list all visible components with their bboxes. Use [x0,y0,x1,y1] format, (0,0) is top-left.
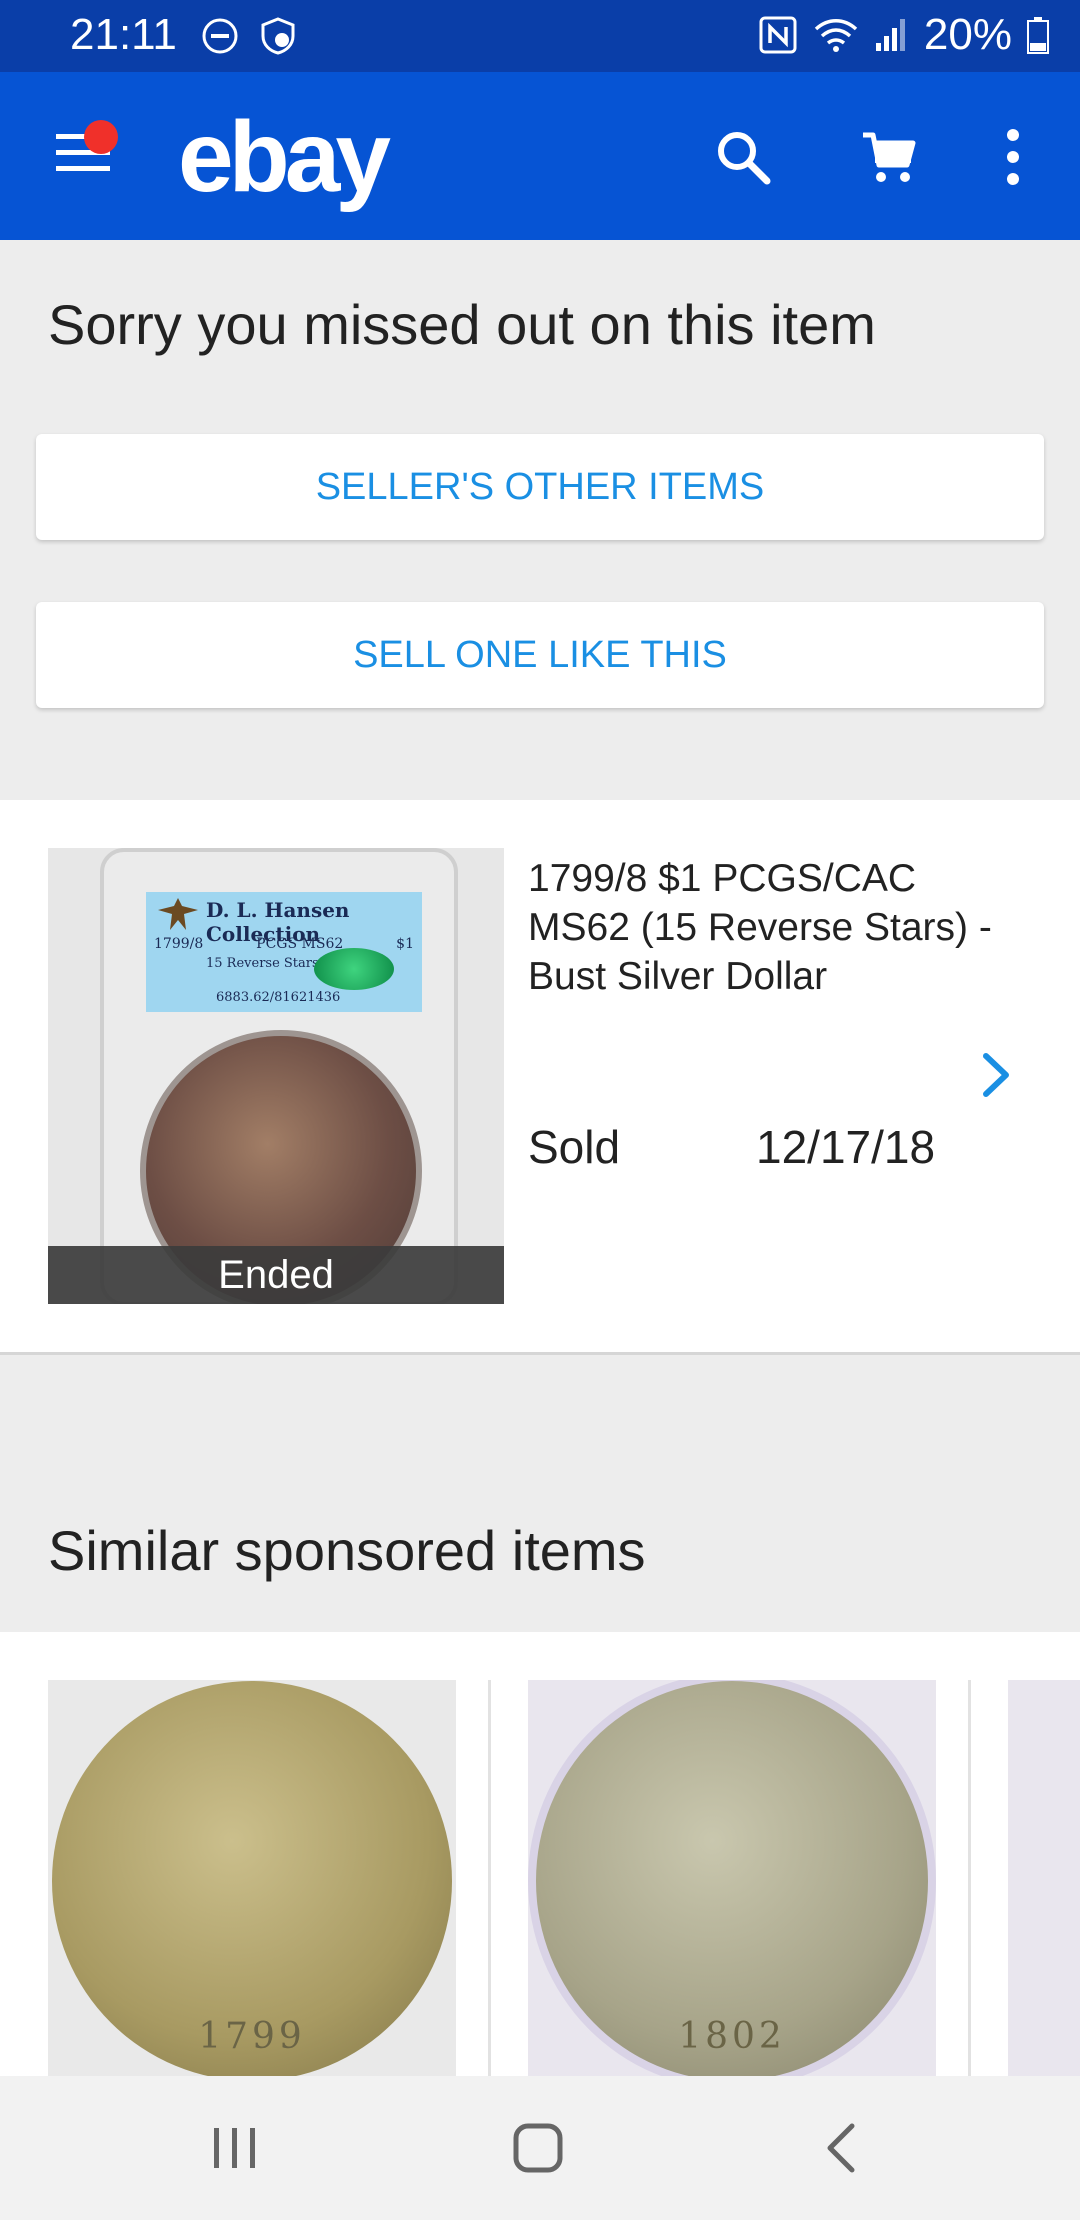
cart-icon [863,132,916,182]
coin-year: 1799 [198,2016,306,2057]
dnd-icon [202,18,238,54]
similar-item-card[interactable] [1008,1680,1080,2082]
status-time: 21:11 [70,10,177,59]
sold-label: Sold [528,1121,621,1173]
slab-label: D. L. Hansen Collection 1799/8 PCGS MS62… [146,892,422,1012]
wifi-icon [814,19,858,52]
coin-image: 1802 [528,1680,936,2082]
card-divider [488,1680,491,2082]
item-title[interactable]: 1799/8 $1 PCGS/CAC MS62 (15 Reverse Star… [528,854,1028,1001]
similar-item-image [1008,1680,1080,2082]
home-icon[interactable] [503,2118,573,2178]
notification-dot [84,120,118,154]
shield-icon [261,17,295,55]
back-icon[interactable] [808,2118,878,2178]
similar-item-card[interactable]: 1802 [528,1680,936,2082]
similar-item-card[interactable]: 1799 [48,1680,456,2082]
coin-year: 1802 [678,2016,786,2057]
coin-image: 1799 [52,1681,452,2081]
similar-item-image: 1802 [528,1680,936,2082]
app-bar: ebay [0,72,1080,240]
ended-badge: Ended [48,1246,504,1304]
battery-icon [1027,17,1049,54]
status-icons-left [200,16,298,56]
eagle-icon [158,898,198,930]
cart-button[interactable] [854,122,924,192]
slab-date: 1799/8 [154,936,204,952]
cac-sticker [314,948,394,990]
coin-slab: D. L. Hansen Collection 1799/8 PCGS MS62… [100,848,458,1304]
recent-apps-icon[interactable] [200,2118,270,2178]
slab-denomination: $1 [396,936,414,952]
search-button[interactable] [708,122,778,192]
search-icon [718,132,771,185]
battery-percent: 20% [923,10,1012,59]
chevron-right-icon[interactable] [976,1050,1016,1100]
more-button[interactable] [978,122,1048,192]
ended-item-card[interactable]: D. L. Hansen Collection 1799/8 PCGS MS62… [0,800,1080,1355]
slab-grade: PCGS MS62 [256,936,344,952]
sell-one-like-this-button[interactable]: SELL ONE LIKE THIS [36,602,1044,708]
slab-row: 1799/8 PCGS MS62 $1 [154,936,414,952]
similar-items-carousel[interactable]: 1799 1802 [0,1632,1080,2082]
signal-icon [875,19,905,51]
status-bar: 21:11 20% [0,0,1080,72]
card-divider [968,1680,971,2082]
slab-variety: 15 Reverse Stars [206,956,319,971]
sellers-other-items-button[interactable]: SELLER'S OTHER ITEMS [36,434,1044,540]
sold-date: 12/17/18 [756,1121,936,1173]
similar-item-image: 1799 [48,1680,456,2082]
nfc-icon [759,16,797,54]
more-vert-icon [1007,129,1019,185]
ebay-logo[interactable]: ebay [178,100,391,215]
status-icons-right: 20% [758,10,1050,60]
missed-out-heading: Sorry you missed out on this item [48,293,876,356]
similar-items-heading: Similar sponsored items [48,1519,646,1582]
slab-cert: 6883.62/81621436 [216,990,341,1005]
system-nav-bar [0,2076,1080,2220]
item-image[interactable]: D. L. Hansen Collection 1799/8 PCGS MS62… [48,848,504,1304]
